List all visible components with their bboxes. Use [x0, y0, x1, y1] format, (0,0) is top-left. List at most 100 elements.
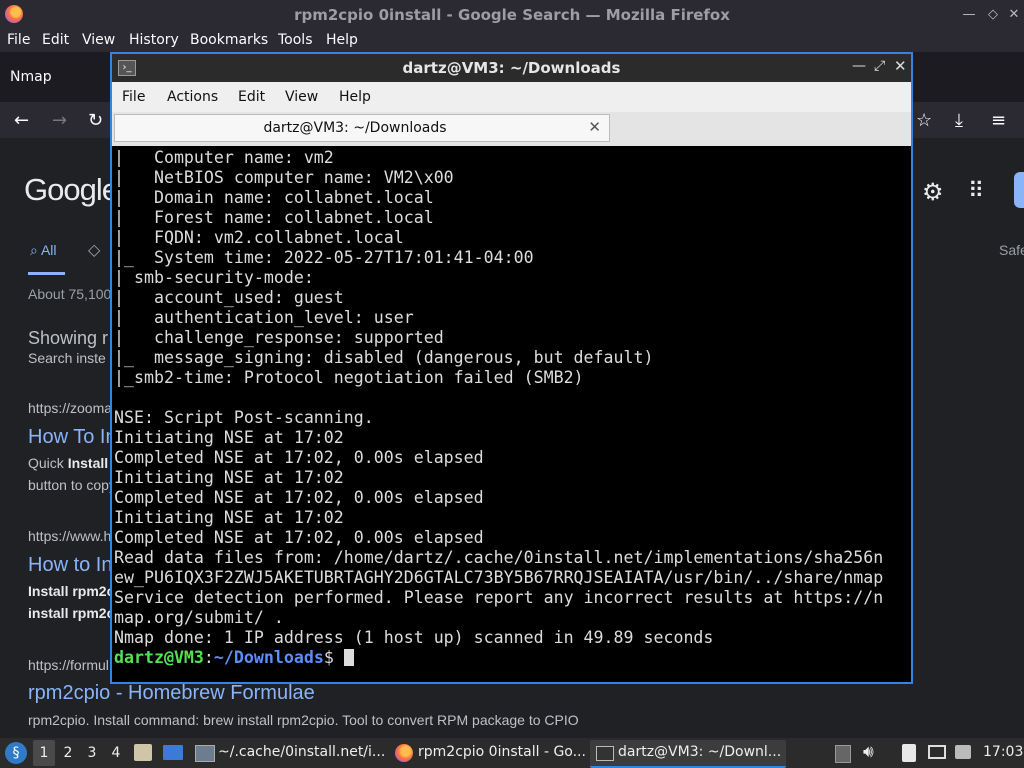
- start-menu-icon[interactable]: §: [5, 742, 27, 764]
- workspace-3[interactable]: 3: [81, 741, 103, 765]
- apps-grid-icon[interactable]: ⠿: [968, 178, 984, 204]
- terminal-prompt[interactable]: dartz@VM3:~/Downloads$: [114, 648, 883, 668]
- tab-nmap[interactable]: Nmap: [10, 69, 52, 85]
- firefox-task-icon: [395, 744, 413, 762]
- terminal-line: | authentication_level: user: [114, 308, 414, 327]
- result-3-url[interactable]: https://formul: [28, 657, 109, 673]
- workspace-1[interactable]: 1: [33, 741, 55, 765]
- result-1-snippet-2: button to copy: [28, 477, 116, 493]
- terminal-line: map.org/submit/ .: [114, 608, 284, 627]
- terminal-tab-close-icon[interactable]: ✕: [588, 118, 601, 136]
- result-2-url[interactable]: https://www.h: [28, 528, 111, 544]
- download-icon[interactable]: ⤓: [955, 110, 963, 131]
- terminal-window: ›_ dartz@VM3: ~/Downloads — ⤢ ✕ File Act…: [110, 52, 913, 684]
- terminal-close-icon[interactable]: ✕: [894, 57, 907, 75]
- image-viewer-task-icon: [195, 745, 215, 762]
- updates-icon[interactable]: [955, 745, 971, 759]
- terminal-menu-view[interactable]: View: [285, 89, 318, 105]
- result-2-snippet: Install rpm2c: [28, 583, 115, 599]
- firefox-menubar: File Edit View History Bookmarks Tools H…: [0, 30, 1024, 52]
- search-instead-text[interactable]: Search inste: [28, 350, 106, 366]
- safe-search-label[interactable]: Safe: [999, 242, 1024, 258]
- terminal-line: | NetBIOS computer name: VM2\x00: [114, 168, 454, 187]
- settings-gear-icon[interactable]: ⚙: [922, 178, 944, 207]
- forward-icon[interactable]: →: [52, 110, 67, 131]
- minimize-icon[interactable]: —: [960, 6, 978, 24]
- sign-in-button[interactable]: [1014, 172, 1024, 208]
- terminal-tab-label: dartz@VM3: ~/Downloads: [263, 120, 447, 136]
- menu-history[interactable]: History: [129, 32, 179, 48]
- workspace-4[interactable]: 4: [105, 741, 127, 765]
- menu-bookmarks[interactable]: Bookmarks: [190, 32, 268, 48]
- prompt-symbol: $: [323, 648, 344, 667]
- prompt-user: dartz@VM3: [114, 648, 204, 667]
- result-1-title[interactable]: How To In: [28, 426, 117, 449]
- terminal-line: | account_used: guest: [114, 288, 344, 307]
- terminal-line: Read data files from: /home/dartz/.cache…: [114, 548, 884, 567]
- prompt-separator: :: [203, 648, 214, 667]
- terminal-line: | challenge_response: supported: [114, 328, 444, 347]
- terminal-line: Initiating NSE at 17:02: [114, 428, 344, 447]
- terminal-tab[interactable]: dartz@VM3: ~/Downloads ✕: [114, 114, 610, 142]
- terminal-menubar: File Actions Edit View Help: [112, 82, 911, 112]
- terminal-line: Completed NSE at 17:02, 0.00s elapsed: [114, 448, 484, 467]
- result-1-url[interactable]: https://zooma: [28, 400, 112, 416]
- result-3-title[interactable]: rpm2cpio - Homebrew Formulae: [28, 682, 315, 705]
- result-3-snippet: rpm2cpio. Install command: brew install …: [28, 712, 579, 728]
- terminal-menu-edit[interactable]: Edit: [238, 89, 265, 105]
- terminal-line: |_ System time: 2022-05-27T17:01:41-04:0…: [114, 248, 534, 267]
- terminal-line: Completed NSE at 17:02, 0.00s elapsed: [114, 528, 484, 547]
- volume-icon[interactable]: 🔊︎: [863, 742, 874, 762]
- clipboard-icon[interactable]: [902, 744, 916, 762]
- terminal-titlebar: ›_ dartz@VM3: ~/Downloads — ⤢ ✕: [112, 54, 911, 82]
- terminal-lines: | Computer name: vm2 | NetBIOS computer n…: [114, 148, 883, 668]
- app-menu-icon[interactable]: ≡: [991, 110, 1006, 131]
- terminal-output[interactable]: | Computer name: vm2 | NetBIOS computer n…: [114, 148, 911, 682]
- result-2-title[interactable]: How to In: [28, 554, 112, 577]
- terminal-line: Initiating NSE at 17:02: [114, 468, 344, 487]
- maximize-icon[interactable]: ◇: [984, 6, 1002, 24]
- close-icon[interactable]: ✕: [1005, 6, 1023, 24]
- menu-help[interactable]: Help: [326, 32, 358, 48]
- terminal-line: |_ message_signing: disabled (dangerous,…: [114, 348, 654, 367]
- menu-file[interactable]: File: [7, 32, 30, 48]
- task-image-viewer[interactable]: ~/.cache/0install.net/i...: [218, 744, 385, 760]
- show-desktop-icon[interactable]: [163, 745, 183, 760]
- terminal-tabbar: dartz@VM3: ~/Downloads ✕: [112, 112, 911, 146]
- terminal-cursor: [343, 649, 354, 666]
- terminal-maximize-icon[interactable]: ⤢: [874, 58, 885, 74]
- menu-tools[interactable]: Tools: [278, 32, 313, 48]
- task-firefox[interactable]: rpm2cpio 0install - Go...: [418, 744, 586, 760]
- prompt-path: ~/Downloads: [213, 648, 324, 667]
- result-count: About 75,100: [28, 286, 112, 302]
- result-1-snippet: Quick Install: [28, 455, 109, 471]
- task-terminal[interactable]: dartz@VM3: ~/Downl...: [618, 744, 781, 760]
- terminal-menu-help[interactable]: Help: [339, 89, 371, 105]
- firefox-titlebar: rpm2cpio 0install - Google Search — Mozi…: [0, 0, 1024, 30]
- network-icon[interactable]: [928, 745, 946, 759]
- terminal-line: | Forest name: collabnet.local: [114, 208, 434, 227]
- workspace-2[interactable]: 2: [57, 741, 79, 765]
- terminal-line: | Computer name: vm2: [114, 148, 334, 167]
- terminal-menu-actions[interactable]: Actions: [167, 89, 218, 105]
- terminal-line: NSE: Script Post-scanning.: [114, 408, 374, 427]
- tray-window-icon[interactable]: [835, 745, 851, 763]
- bookmark-star-icon[interactable]: ☆: [916, 110, 932, 131]
- terminal-line: | FQDN: vm2.collabnet.local: [114, 228, 404, 247]
- back-icon[interactable]: ←: [14, 110, 29, 131]
- tag-icon[interactable]: ◇: [88, 240, 100, 260]
- file-manager-icon[interactable]: [134, 744, 152, 761]
- terminal-line: |_smb2-time: Protocol negotiation failed…: [114, 368, 584, 387]
- menu-view[interactable]: View: [82, 32, 115, 48]
- search-icon: ⌕: [30, 242, 41, 258]
- reload-icon[interactable]: ↻: [88, 110, 103, 131]
- terminal-line: ew_PU6IQX3F2ZWJ5AKETUBRTAGHY2D6GTALC73BY…: [114, 568, 884, 587]
- terminal-window-title: dartz@VM3: ~/Downloads: [402, 59, 621, 77]
- terminal-line: | smb-security-mode:: [114, 268, 314, 287]
- google-logo[interactable]: Google: [24, 172, 119, 208]
- terminal-menu-file[interactable]: File: [122, 89, 145, 105]
- terminal-minimize-icon[interactable]: —: [852, 58, 866, 74]
- menu-edit[interactable]: Edit: [42, 32, 69, 48]
- tab-all[interactable]: ⌕ All: [30, 242, 57, 259]
